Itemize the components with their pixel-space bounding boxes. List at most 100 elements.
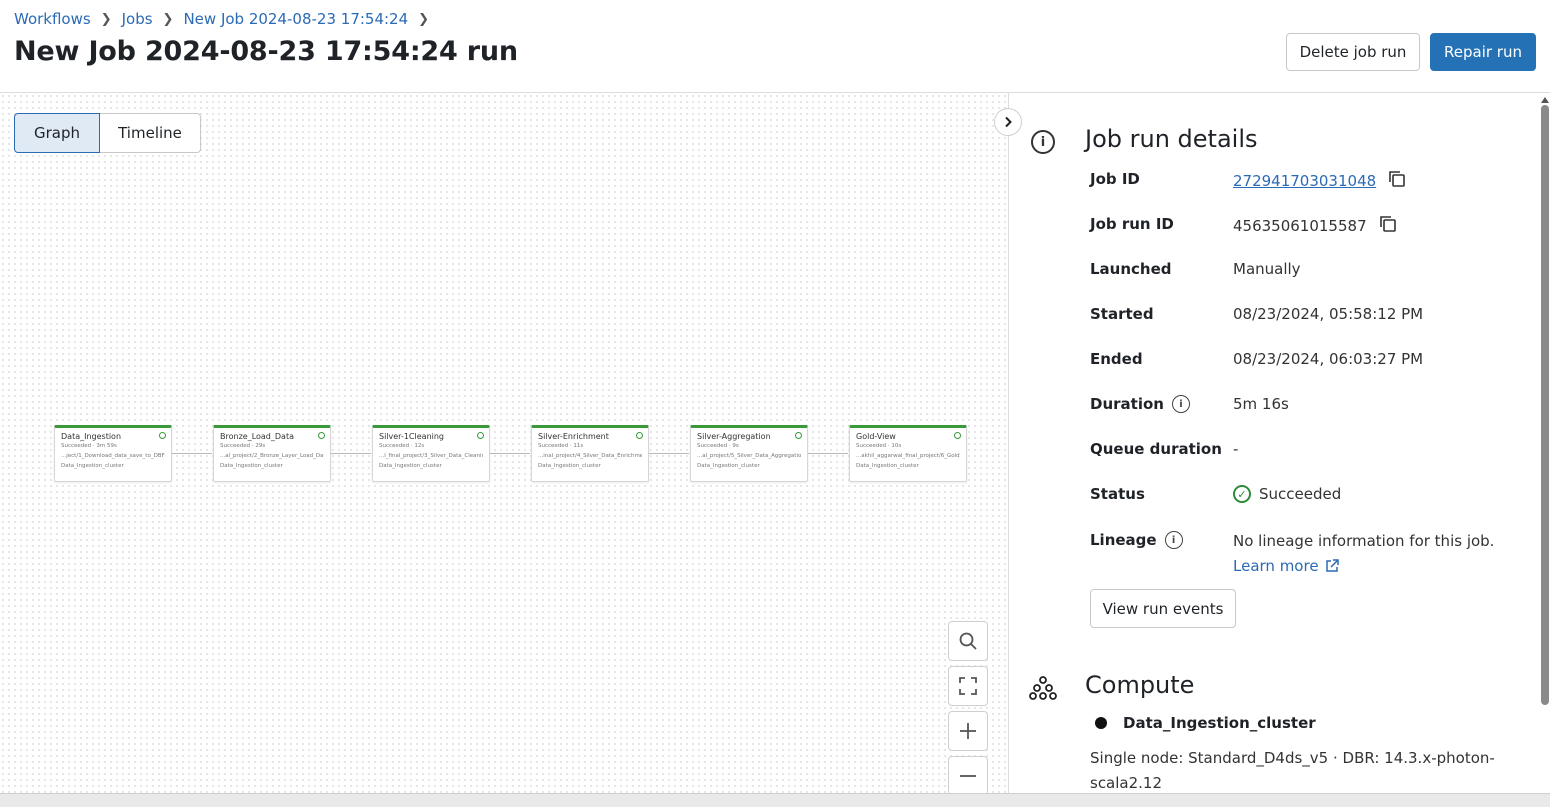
search-icon xyxy=(959,632,977,650)
search-button[interactable] xyxy=(948,621,988,661)
task-connector xyxy=(649,453,689,454)
task-connector xyxy=(808,453,848,454)
ended-value: 08/23/2024, 06:03:27 PM xyxy=(1233,350,1424,368)
info-icon: i xyxy=(1031,130,1055,154)
status-text: Succeeded xyxy=(1259,485,1342,503)
task-connector xyxy=(490,453,530,454)
fit-view-button[interactable] xyxy=(948,666,988,706)
queue-label: Queue duration xyxy=(1090,440,1222,458)
task-cluster: Data_Ingestion_cluster xyxy=(538,463,601,469)
queue-value: - xyxy=(1233,440,1239,458)
zoom-in-button[interactable] xyxy=(948,711,988,751)
check-circle-icon xyxy=(477,432,484,439)
task-node[interactable]: Gold-View Succeeded · 10s ...akhil_aggar… xyxy=(849,425,967,482)
check-circle-icon xyxy=(954,432,961,439)
task-node[interactable]: Silver-Aggregation Succeeded · 9s ...al_… xyxy=(690,425,808,482)
details-title: Job run details xyxy=(1085,125,1258,153)
info-icon[interactable]: i xyxy=(1164,531,1183,549)
copy-icon[interactable] xyxy=(1388,170,1406,192)
task-name: Silver-Enrichment xyxy=(538,432,609,441)
started-label: Started xyxy=(1090,305,1154,323)
job-id-link[interactable]: 272941703031048 xyxy=(1233,172,1376,190)
task-notebook-path: ...akhil_aggarwal_final_project/6_Gold xyxy=(856,453,960,459)
cluster-name[interactable]: Data_Ingestion_cluster xyxy=(1123,714,1316,732)
learn-more-link-row: Learn more xyxy=(1233,557,1339,575)
duration-label: Duration xyxy=(1090,395,1164,413)
task-name: Silver-Aggregation xyxy=(697,432,771,441)
cluster-status-dot xyxy=(1095,717,1107,729)
task-cluster: Data_Ingestion_cluster xyxy=(379,463,442,469)
breadcrumb-job[interactable]: New Job 2024-08-23 17:54:24 xyxy=(183,10,408,28)
task-status: Succeeded · 3m 59s xyxy=(61,443,117,449)
view-run-events-button[interactable]: View run events xyxy=(1090,589,1236,628)
taskbar-edge xyxy=(0,793,1550,807)
delete-job-run-button[interactable]: Delete job run xyxy=(1286,33,1420,71)
task-cluster: Data_Ingestion_cluster xyxy=(220,463,283,469)
task-name: Gold-View xyxy=(856,432,896,441)
chevron-right-icon: ❯ xyxy=(100,11,112,27)
job-run-id-text: 45635061015587 xyxy=(1233,217,1367,235)
tab-graph[interactable]: Graph xyxy=(14,113,100,153)
status-value: ✓ Succeeded xyxy=(1233,485,1341,503)
learn-more-link[interactable]: Learn more xyxy=(1233,557,1319,575)
ended-label: Ended xyxy=(1090,350,1143,368)
info-icon[interactable]: i xyxy=(1171,395,1190,413)
compute-title: Compute xyxy=(1085,671,1195,699)
task-status: Succeeded · 11s xyxy=(538,443,584,449)
job-id-value: 272941703031048 xyxy=(1233,170,1406,192)
page-title: New Job 2024-08-23 17:54:24 run xyxy=(14,36,518,67)
plus-icon xyxy=(960,723,976,739)
task-notebook-path: ...l_final_project/3_Silver_Data_Cleanin… xyxy=(379,453,483,459)
duration-label-row: Duration i xyxy=(1090,395,1190,413)
task-node[interactable]: Data_Ingestion Succeeded · 3m 59s ...jec… xyxy=(54,425,172,482)
task-connector xyxy=(331,453,371,454)
job-run-id-label: Job run ID xyxy=(1090,215,1174,233)
task-notebook-path: ...al_project/5_Silver_Data_Aggregation xyxy=(697,453,801,459)
minus-icon xyxy=(960,775,976,777)
launched-value: Manually xyxy=(1233,260,1301,278)
check-circle-icon: ✓ xyxy=(1233,485,1251,503)
check-circle-icon xyxy=(795,432,802,439)
task-node[interactable]: Silver-Enrichment Succeeded · 11s ...ina… xyxy=(531,425,649,482)
task-notebook-path: ...ject/1_Download_data_save_to_DBFS xyxy=(61,453,165,459)
queue-label-row: Queue duration i xyxy=(1090,440,1228,458)
task-cluster: Data_Ingestion_cluster xyxy=(61,463,124,469)
cluster-description: Single node: Standard_D4ds_v5 · DBR: 14.… xyxy=(1090,749,1495,767)
lineage-value: No lineage information for this job. xyxy=(1233,532,1495,550)
job-run-id-value: 45635061015587 xyxy=(1233,215,1397,237)
task-status: Succeeded · 29s xyxy=(220,443,266,449)
breadcrumb: Workflows ❯ Jobs ❯ New Job 2024-08-23 17… xyxy=(14,10,439,28)
view-toggle: Graph Timeline xyxy=(14,113,201,153)
launched-label: Launched xyxy=(1090,260,1172,278)
check-circle-icon xyxy=(159,432,166,439)
task-node[interactable]: Silver-1Cleaning Succeeded · 12s ...l_fi… xyxy=(372,425,490,482)
repair-run-button[interactable]: Repair run xyxy=(1430,33,1536,71)
breadcrumb-workflows[interactable]: Workflows xyxy=(14,10,91,28)
duration-value: 5m 16s xyxy=(1233,395,1289,413)
task-cluster: Data_Ingestion_cluster xyxy=(856,463,919,469)
breadcrumb-jobs[interactable]: Jobs xyxy=(122,10,153,28)
started-value: 08/23/2024, 05:58:12 PM xyxy=(1233,305,1424,323)
chevron-right-icon: ❯ xyxy=(418,11,430,27)
task-name: Data_Ingestion xyxy=(61,432,122,441)
zoom-out-button[interactable] xyxy=(948,756,988,796)
task-node[interactable]: Bronze_Load_Data Succeeded · 29s ...al_p… xyxy=(213,425,331,482)
check-circle-icon xyxy=(636,432,643,439)
chevron-right-icon xyxy=(1005,116,1012,128)
scrollbar[interactable] xyxy=(1541,105,1549,705)
task-status: Succeeded · 12s xyxy=(379,443,425,449)
collapse-panel-button[interactable] xyxy=(994,108,1022,136)
tab-timeline[interactable]: Timeline xyxy=(100,113,201,153)
task-notebook-path: ...inal_project/4_Silver_Data_Enrichment xyxy=(538,453,642,459)
dag-canvas[interactable]: Graph Timeline Data_Ingestion Succeeded … xyxy=(0,93,1008,796)
copy-icon[interactable] xyxy=(1379,215,1397,237)
task-status: Succeeded · 9s xyxy=(697,443,739,449)
task-name: Bronze_Load_Data xyxy=(220,432,294,441)
lineage-label-row: Lineage i xyxy=(1090,531,1183,549)
page-header: Workflows ❯ Jobs ❯ New Job 2024-08-23 17… xyxy=(0,0,1550,93)
scroll-up-icon[interactable] xyxy=(1541,97,1549,103)
compute-cluster-icon xyxy=(1029,676,1057,700)
chevron-right-icon: ❯ xyxy=(162,11,174,27)
task-notebook-path: ...al_project/2_Bronze_Layer_Load_Data xyxy=(220,453,324,459)
task-connector xyxy=(172,453,212,454)
